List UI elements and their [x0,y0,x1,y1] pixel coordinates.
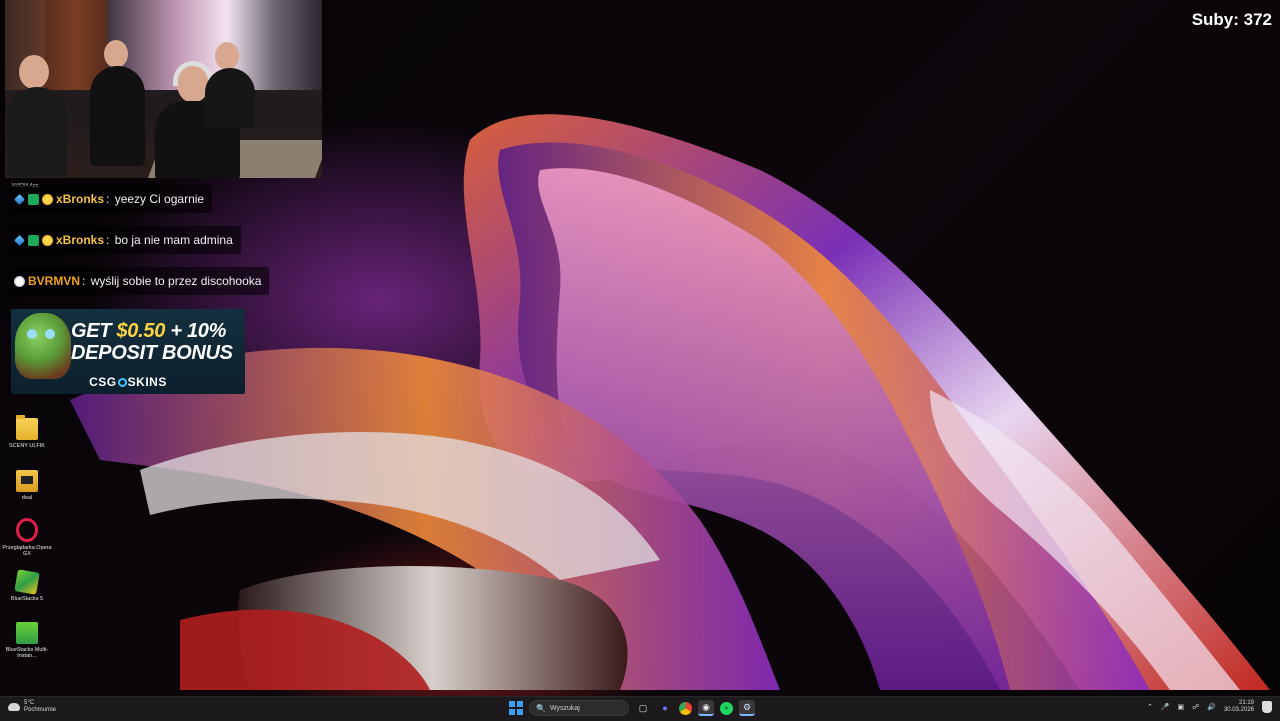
desktop-icon-sceny-ulfik[interactable]: SCENY ULFIK [1,415,53,449]
start-button[interactable] [509,701,523,715]
microphone-icon[interactable]: 🎤 [1161,703,1170,711]
opera-gx-icon [16,518,38,542]
notification-bell-icon[interactable] [1262,701,1272,713]
obs-icon[interactable]: ◉ [698,700,714,716]
system-tray: ⌃ 🎤 ▣ ☍ 🔊 21:19 30.03.2026 [1147,700,1272,714]
chrome-icon[interactable] [679,701,692,715]
chat-text: yeezy Ci ogarnie [114,192,205,206]
desktop-icon-deal[interactable]: deal [1,470,53,501]
network-icon[interactable]: ☍ [1192,703,1199,711]
discord-icon[interactable]: ● [657,700,673,716]
desktop-icon-opera-gx[interactable]: Przeglądarka Opera GX [1,518,53,557]
sword-badge-icon [14,234,25,246]
desktop-icon-label: SCENY ULFIK [9,443,45,449]
chat-username: BVRMVN [28,274,81,288]
clock[interactable]: 21:19 30.03.2026 [1224,700,1254,714]
streamer-person-1 [7,55,67,177]
subs-counter: Suby: 372 [1191,10,1272,29]
ad-headline: GET $0.50 + 10% [71,320,227,342]
streamer-person-2 [90,40,145,170]
desktop-icon-bluestacks-5[interactable]: BlueStacks 5 [1,569,53,602]
clock-date: 30.03.2026 [1223,707,1254,713]
task-view-icon[interactable]: ▢ [635,700,651,716]
monster-mascot-icon [15,313,71,379]
desktop-icon-label: BlueStacks 5 [10,596,44,602]
chat-message: xBronks: bo ja nie mam admina [10,226,241,254]
weather-desc: Pochmurnie [24,707,57,713]
bluestacks-multi-icon [16,622,38,644]
search-icon: 🔍 [536,703,546,713]
chat-text: bo ja nie mam admina [114,233,233,247]
chat-username: xBronks [56,233,105,247]
steam-icon[interactable]: ⚙ [739,700,755,716]
volume-icon[interactable]: 🔊 [1207,703,1216,711]
streamer-person-4 [205,42,255,128]
gold-badge-icon [42,193,53,205]
desktop-icon-label: Przeglądarka Opera GX [2,545,52,557]
cloud-icon [8,703,20,711]
folder-icon [16,415,38,440]
ad-brand-logo: CSG SKINS [89,375,167,389]
sub-badge-icon [28,234,39,246]
webcam-feed [5,0,322,178]
desktop-icon-label: BlueStacks Multi-Instan... [5,647,49,659]
taskbar-search[interactable]: 🔍 Wyszukaj [529,700,629,716]
folder-icon [16,470,38,492]
chat-text: wyślij sobie to przez discohooka [90,274,262,288]
csgoskins-ad-banner[interactable]: GET $0.50 + 10% DEPOSIT BONUS CSG SKINS [11,309,245,394]
soccer-badge-icon [14,275,25,287]
taskbar-center: 🔍 Wyszukaj ▢ ● ◉ ≈ ⚙ [509,700,755,716]
desktop-icon-label: deal [21,495,33,501]
chat-message: xBronks: yeezy Ci ogarnie [10,185,213,213]
chat-message: BVRMVN: wyślij sobie to przez discohooka [10,267,270,295]
weather-widget[interactable]: 5°C Pochmurnie [8,700,56,714]
brand-ring-icon [117,378,127,387]
bluestacks-icon [14,569,40,595]
monitor-icon[interactable]: ▣ [1178,703,1185,711]
taskbar: 5°C Pochmurnie 🔍 Wyszukaj ▢ ● ◉ ≈ ⚙ ⌃ 🎤 … [0,696,1280,721]
search-placeholder: Wyszukaj [549,704,580,712]
chat-username: xBronks [56,192,105,206]
sub-badge-icon [28,193,39,205]
desktop-icon-bluestacks-multi[interactable]: BlueStacks Multi-Instan... [1,622,53,659]
sword-badge-icon [14,193,25,205]
ad-subheadline: DEPOSIT BONUS [71,342,233,364]
clock-time: 21:19 [1238,700,1254,706]
weather-temp: 5°C [24,700,35,706]
spotify-icon[interactable]: ≈ [720,701,733,715]
chevron-up-icon[interactable]: ⌃ [1147,703,1153,711]
gold-badge-icon [42,234,53,246]
